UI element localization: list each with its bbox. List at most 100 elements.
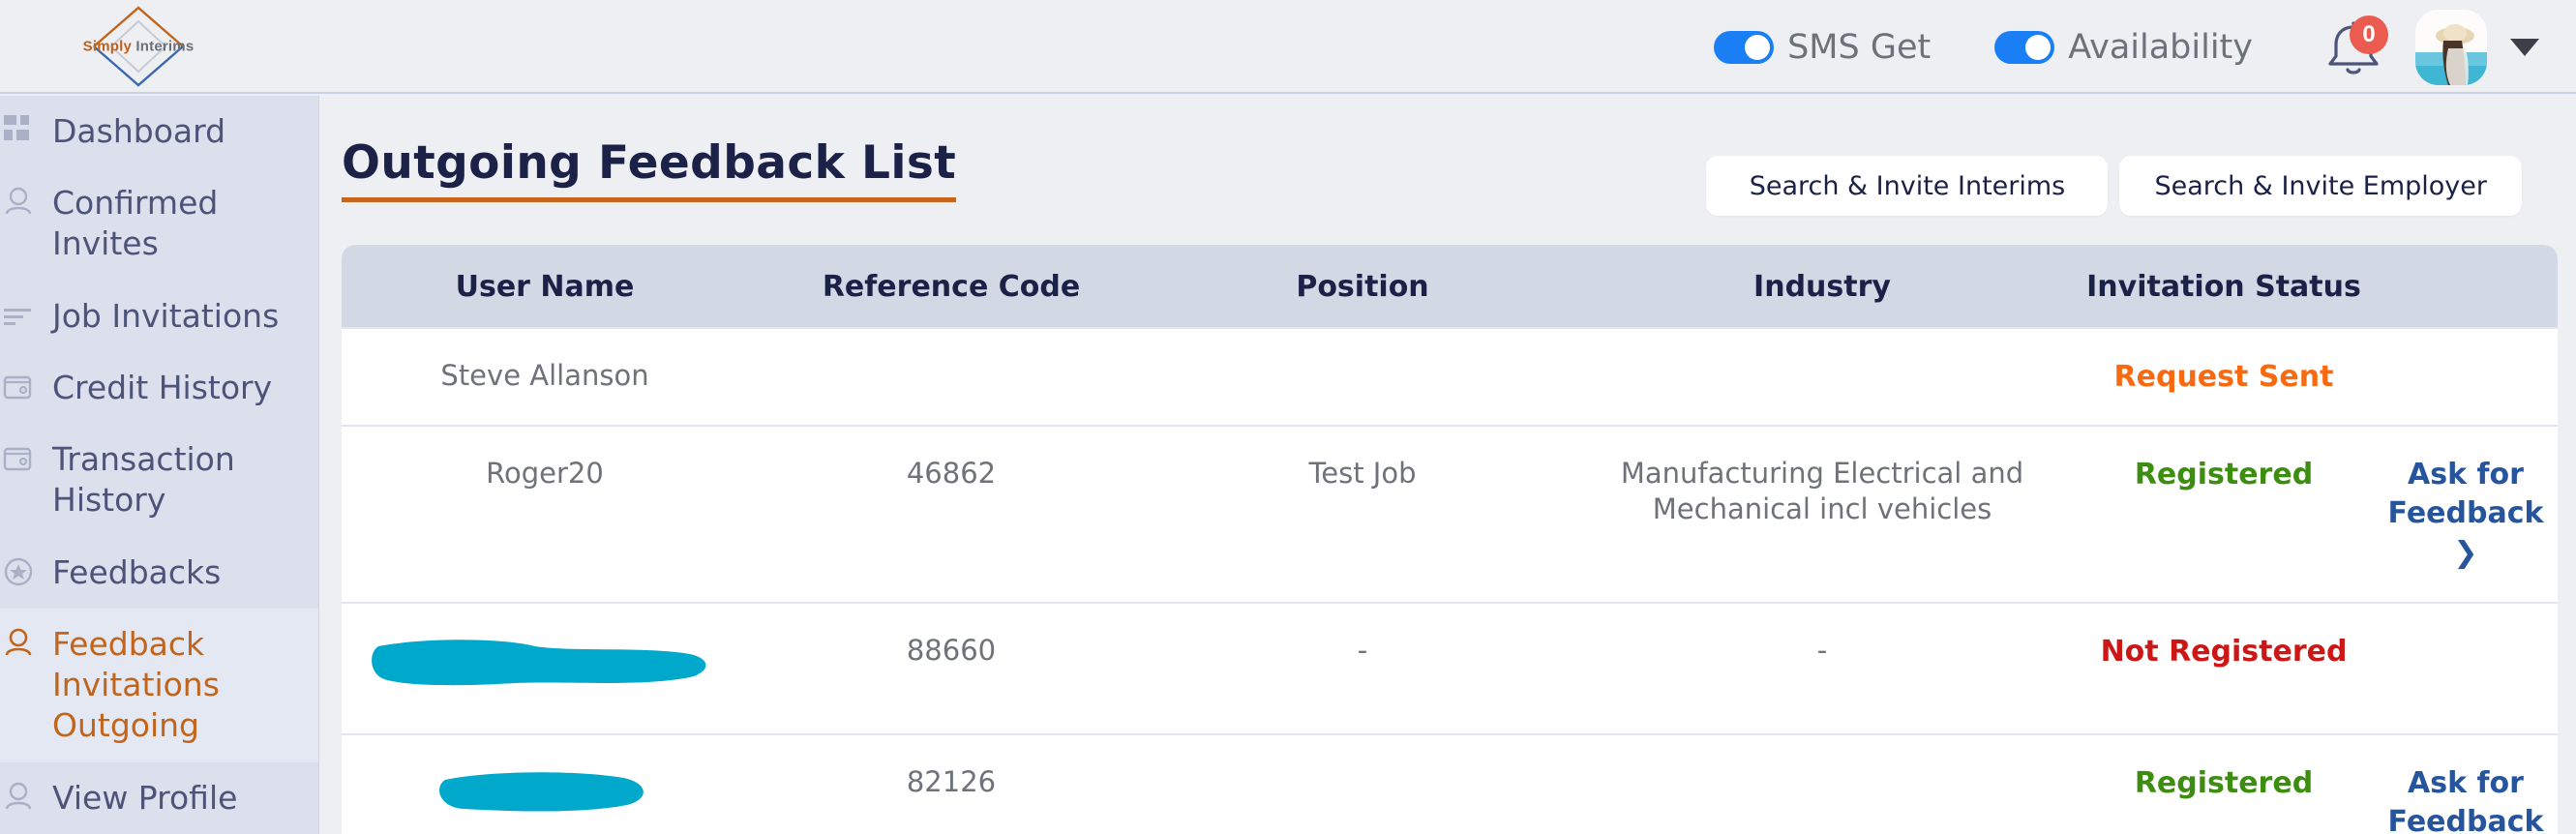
search-invite-interims-button[interactable]: Search & Invite Interims bbox=[1706, 156, 2108, 216]
brand-logo[interactable]: Simply Interims bbox=[75, 2, 201, 91]
user-icon bbox=[0, 183, 45, 218]
brand-name-part1: Simply bbox=[83, 39, 132, 55]
cell-user-name bbox=[342, 734, 748, 834]
availability-label: Availability bbox=[2068, 28, 2253, 67]
sidebar-item-label: Transaction History bbox=[52, 439, 315, 521]
cell-invitation-status: Request Sent bbox=[2074, 328, 2374, 426]
cell-invitation-status: Registered bbox=[2074, 426, 2374, 604]
app-root: Simply Interims SMS Get Availability 0 bbox=[0, 0, 2576, 834]
cell-reference-code bbox=[748, 328, 1154, 426]
sidebar-item-label: Feedback Invitations Outgoing bbox=[52, 624, 315, 747]
column-header-reference-code[interactable]: Reference Code bbox=[748, 245, 1154, 328]
page-title: Outgoing Feedback List bbox=[342, 136, 956, 202]
wallet-icon bbox=[0, 368, 45, 402]
sidebar-item-view-profile[interactable]: View Profile bbox=[0, 762, 318, 834]
sms-get-label: SMS Get bbox=[1787, 28, 1931, 67]
ask-for-feedback-link[interactable]: Ask for Feedback ❯ bbox=[2385, 764, 2546, 834]
status-badge: Registered bbox=[2135, 766, 2313, 800]
toggle-knob bbox=[1745, 35, 1770, 60]
cell-industry bbox=[1571, 734, 2074, 834]
cell-position: Test Job bbox=[1154, 426, 1571, 604]
ask-for-feedback-label: Ask for Feedback bbox=[2388, 766, 2544, 834]
cell-reference-code: 46862 bbox=[748, 426, 1154, 604]
cell-action bbox=[2374, 603, 2558, 734]
cell-industry: Manufacturing Electrical and Mechanical … bbox=[1571, 426, 2074, 604]
status-badge: Registered bbox=[2135, 458, 2313, 491]
cell-position bbox=[1154, 328, 1571, 426]
ask-for-feedback-link[interactable]: Ask for Feedback ❯ bbox=[2385, 456, 2546, 574]
search-invite-employer-button[interactable]: Search & Invite Employer bbox=[2119, 156, 2522, 216]
cell-user-name bbox=[342, 603, 748, 734]
cell-user-name: Roger20 bbox=[342, 426, 748, 604]
cell-industry: - bbox=[1571, 603, 2074, 734]
wallet-icon bbox=[0, 439, 45, 474]
table-header-row: User Name Reference Code Position Indust… bbox=[342, 245, 2558, 328]
cell-user-name: Steve Allanson bbox=[342, 328, 748, 426]
sidebar-item-label: Dashboard bbox=[52, 111, 225, 152]
redaction-mark bbox=[371, 633, 719, 695]
sidebar-item-feedback-invitations-outgoing[interactable]: Feedback Invitations Outgoing bbox=[0, 609, 318, 762]
cell-action bbox=[2374, 328, 2558, 426]
sidebar-item-credit-history[interactable]: Credit History bbox=[0, 352, 318, 424]
redaction-mark bbox=[434, 764, 656, 822]
sidebar-item-dashboard[interactable]: Dashboard bbox=[0, 96, 318, 167]
avatar[interactable] bbox=[2415, 10, 2487, 85]
grid-icon bbox=[0, 111, 45, 146]
table-row[interactable]: Roger20 46862 Test Job Manufacturing Ele… bbox=[342, 426, 2558, 604]
outgoing-feedback-table: User Name Reference Code Position Indust… bbox=[342, 245, 2558, 834]
sidebar-item-confirmed-invites[interactable]: Confirmed Invites bbox=[0, 167, 318, 280]
cell-action: Ask for Feedback ❯ bbox=[2374, 426, 2558, 604]
sidebar-item-label: Confirmed Invites bbox=[52, 183, 315, 264]
cell-reference-code: 88660 bbox=[748, 603, 1154, 734]
sidebar-item-transaction-history[interactable]: Transaction History bbox=[0, 424, 318, 536]
notifications-button[interactable]: 0 bbox=[2317, 14, 2390, 81]
sidebar-item-label: Feedbacks bbox=[52, 552, 221, 593]
cell-position bbox=[1154, 734, 1571, 834]
sidebar-item-feedbacks[interactable]: Feedbacks bbox=[0, 537, 318, 609]
chevron-right-icon: ❯ bbox=[2453, 536, 2477, 570]
cell-reference-code: 82126 bbox=[748, 734, 1154, 834]
sidebar-item-job-invitations[interactable]: Job Invitations bbox=[0, 281, 318, 352]
sms-get-toggle-group[interactable]: SMS Get bbox=[1714, 28, 1931, 67]
column-header-user-name[interactable]: User Name bbox=[342, 245, 748, 328]
top-bar: Simply Interims SMS Get Availability 0 bbox=[0, 0, 2576, 94]
sms-get-toggle[interactable] bbox=[1714, 31, 1774, 64]
status-badge: Request Sent bbox=[2114, 360, 2334, 394]
column-header-position[interactable]: Position bbox=[1154, 245, 1571, 328]
profile-chevron-down-icon[interactable] bbox=[2510, 39, 2539, 56]
table-body: Steve Allanson Request Sent Roger20 4686… bbox=[342, 328, 2558, 834]
feedback-table-container: User Name Reference Code Position Indust… bbox=[342, 245, 2562, 834]
sidebar-item-label: View Profile bbox=[52, 778, 237, 819]
status-badge: Not Registered bbox=[2101, 635, 2348, 669]
header-actions: Search & Invite Interims Search & Invite… bbox=[1706, 136, 2522, 216]
cell-invitation-status: Not Registered bbox=[2074, 603, 2374, 734]
availability-toggle-group[interactable]: Availability bbox=[1994, 28, 2253, 67]
toggle-knob bbox=[2025, 35, 2051, 60]
page-header: Outgoing Feedback List Search & Invite I… bbox=[320, 96, 2576, 216]
brand-name-part2: Interims bbox=[135, 39, 194, 55]
star-circle-icon bbox=[0, 552, 45, 587]
table-row[interactable]: 82126 Registered Ask for Feedback ❯ bbox=[342, 734, 2558, 834]
top-bar-right: SMS Get Availability 0 bbox=[1714, 0, 2539, 94]
column-header-actions bbox=[2374, 245, 2558, 328]
table-row[interactable]: 88660 - - Not Registered bbox=[342, 603, 2558, 734]
cell-position: - bbox=[1154, 603, 1571, 734]
user-icon bbox=[0, 624, 45, 659]
column-header-invitation-status[interactable]: Invitation Status bbox=[2074, 245, 2374, 328]
sidebar: Dashboard Confirmed Invites Job Invitati… bbox=[0, 96, 319, 834]
ask-for-feedback-label: Ask for Feedback bbox=[2388, 458, 2544, 531]
sidebar-item-label: Credit History bbox=[52, 368, 272, 408]
brand-logo-text: Simply Interims bbox=[83, 39, 195, 55]
column-header-industry[interactable]: Industry bbox=[1571, 245, 2074, 328]
cell-action: Ask for Feedback ❯ bbox=[2374, 734, 2558, 834]
notification-count-badge: 0 bbox=[2350, 15, 2388, 54]
cell-industry bbox=[1571, 328, 2074, 426]
sidebar-item-label: Job Invitations bbox=[52, 296, 279, 337]
list-icon bbox=[0, 296, 45, 331]
table-row[interactable]: Steve Allanson Request Sent bbox=[342, 328, 2558, 426]
availability-toggle[interactable] bbox=[1994, 31, 2054, 64]
cell-invitation-status: Registered bbox=[2074, 734, 2374, 834]
table-header: User Name Reference Code Position Indust… bbox=[342, 245, 2558, 328]
user-icon bbox=[0, 778, 45, 813]
main-content: Outgoing Feedback List Search & Invite I… bbox=[320, 96, 2576, 834]
